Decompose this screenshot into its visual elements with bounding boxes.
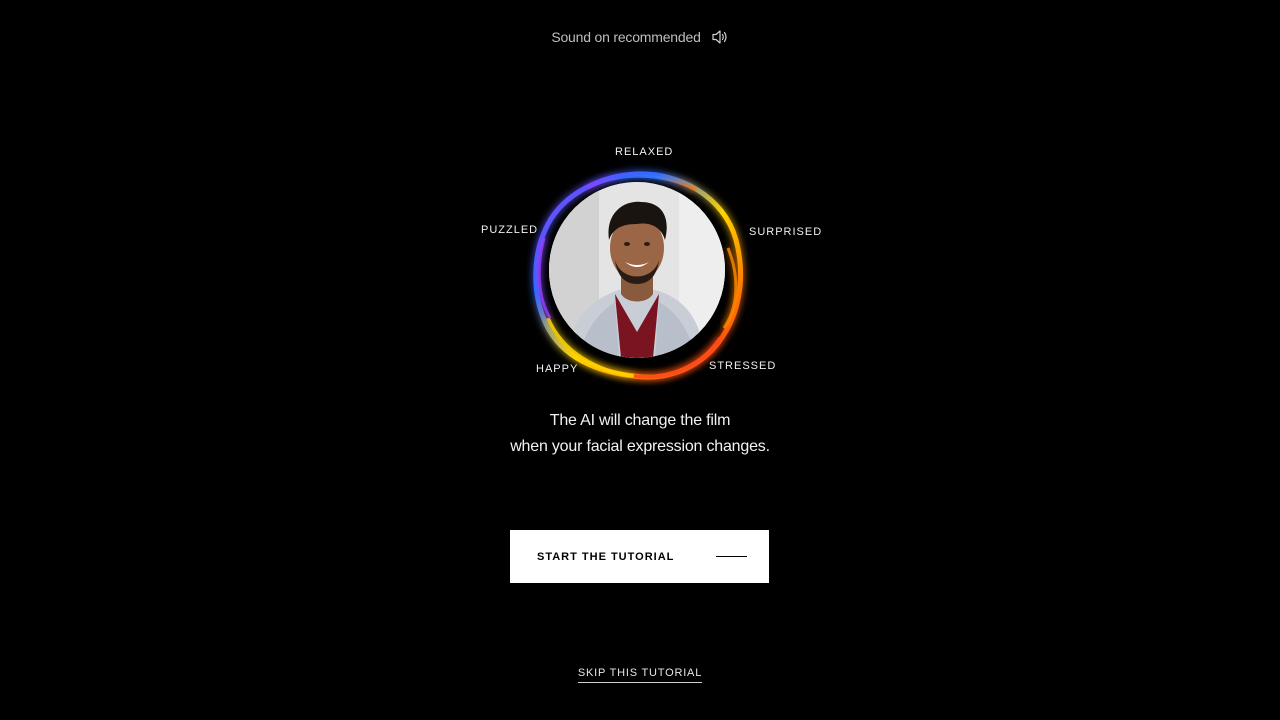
sound-hint-label: Sound on recommended — [551, 29, 701, 45]
arrow-line-icon — [716, 556, 747, 557]
skip-tutorial-link[interactable]: SKIP THIS TUTORIAL — [577, 667, 703, 683]
start-tutorial-label: START THE TUTORIAL — [537, 550, 675, 563]
caption-line-2: when your facial expression changes. — [510, 438, 770, 455]
sound-hint: Sound on recommended — [0, 28, 1280, 46]
instruction-caption: The AI will change the film when your fa… — [0, 408, 1280, 460]
emotion-label-surprised: SURPRISED — [749, 226, 823, 238]
speaker-icon[interactable] — [711, 28, 729, 46]
start-tutorial-button[interactable]: START THE TUTORIAL — [510, 530, 769, 583]
tutorial-intro-screen: Sound on recommended RELAXED SURPRISED P… — [0, 0, 1280, 720]
person-photo-illustration — [549, 182, 725, 358]
emotion-label-relaxed: RELAXED — [615, 146, 674, 158]
emotion-ring — [528, 168, 748, 384]
user-face-image — [549, 182, 725, 358]
skip-tutorial-container: SKIP THIS TUTORIAL — [0, 663, 1280, 683]
caption-line-1: The AI will change the film — [549, 412, 731, 429]
